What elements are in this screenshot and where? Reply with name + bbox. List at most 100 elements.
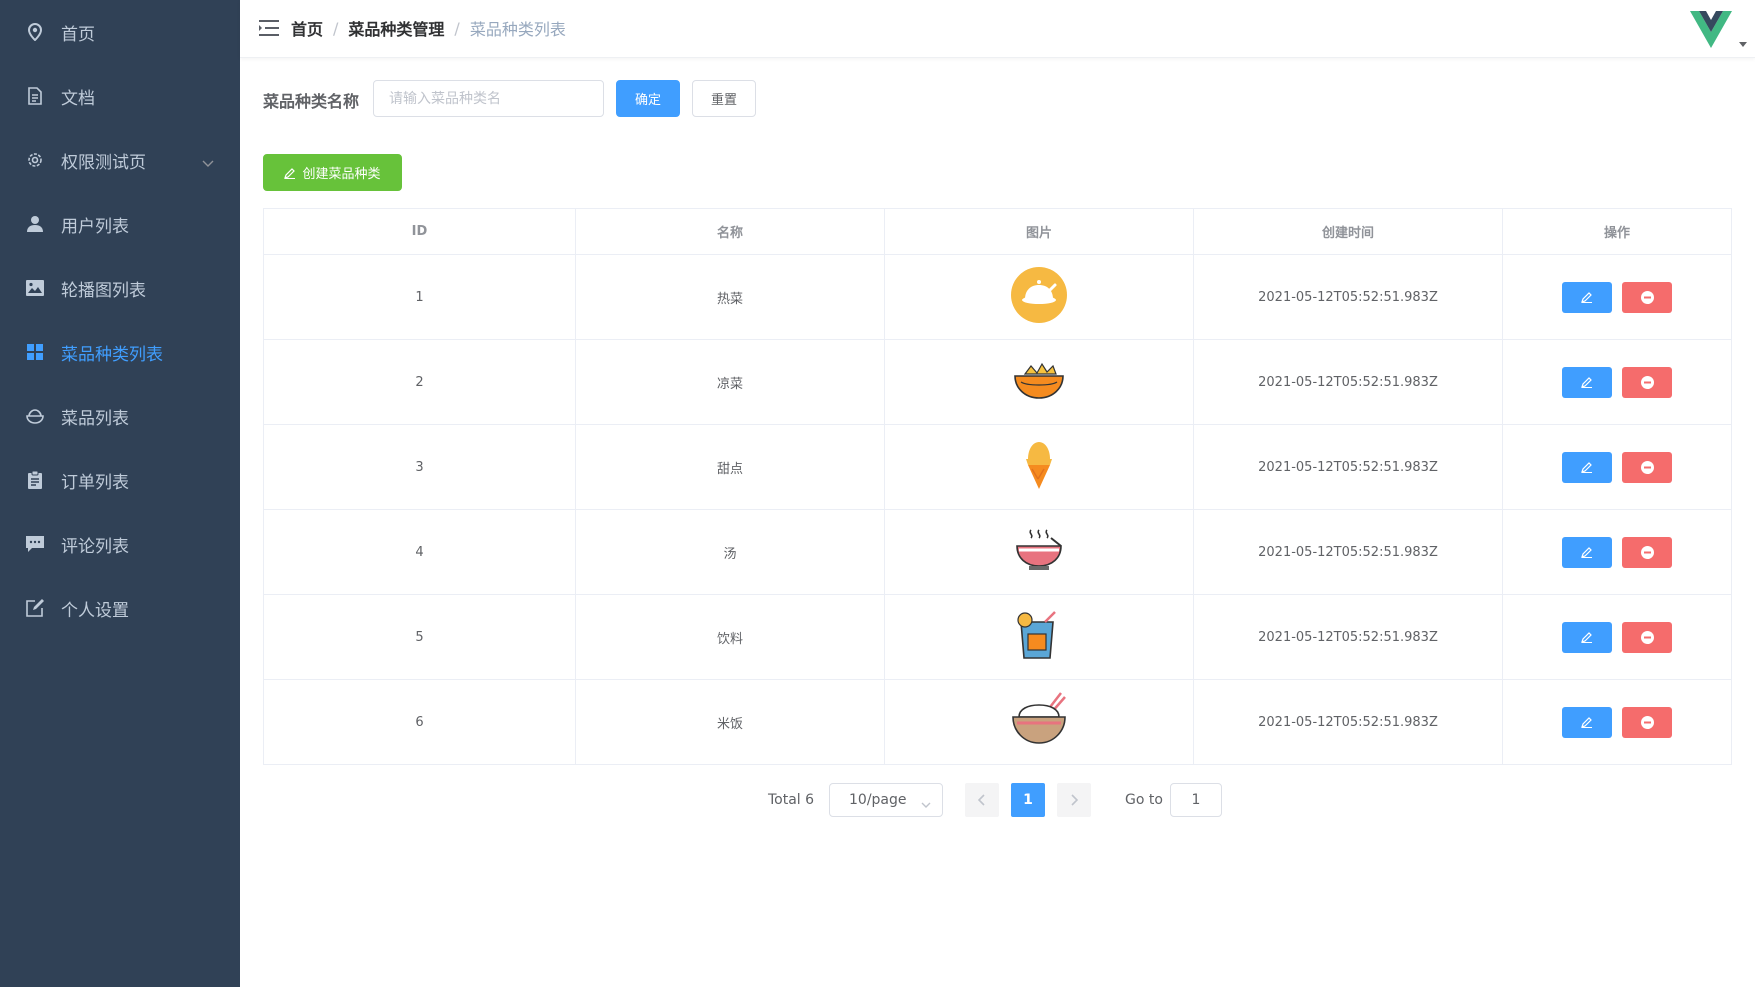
- next-page-button[interactable]: [1057, 783, 1091, 817]
- edit-row-button[interactable]: [1562, 366, 1612, 398]
- remove-icon: [1640, 715, 1654, 729]
- roast-chicken-icon: [1010, 266, 1068, 328]
- chat-icon: [25, 534, 45, 554]
- pagination: Total 6 10/page 1 Go to: [240, 783, 1755, 817]
- sidebar-item-label: 评论列表: [61, 536, 129, 557]
- user-icon: [25, 214, 45, 234]
- delete-row-button[interactable]: [1622, 281, 1672, 313]
- breadcrumb-separator: /: [333, 18, 339, 38]
- delete-row-button[interactable]: [1622, 706, 1672, 738]
- table-header-row: ID 名称 图片 创建时间 操作: [264, 209, 1731, 255]
- sidebar-item-users[interactable]: 用户列表: [0, 192, 240, 256]
- edit-row-button[interactable]: [1562, 706, 1612, 738]
- create-category-button[interactable]: 创建菜品种类: [263, 154, 402, 191]
- table-row: 2 凉菜 2021-05-12T05:52:51.983Z: [264, 340, 1731, 425]
- main-content: 首页 / 菜品种类管理 / 菜品种类列表 菜品种类名称 确定 重置 创建菜品种类…: [240, 0, 1755, 987]
- delete-row-button[interactable]: [1622, 536, 1672, 568]
- category-table: ID 名称 图片 创建时间 操作 1 热菜 2021-05-12T05:52:5…: [263, 208, 1732, 765]
- cell-name: 甜点: [576, 425, 885, 509]
- cell-id: 2: [264, 340, 576, 424]
- goto-label: Go to: [1125, 792, 1163, 808]
- edit-row-button[interactable]: [1562, 621, 1612, 653]
- sidebar-item-carousel[interactable]: 轮播图列表: [0, 256, 240, 320]
- sidebar-item-label: 首页: [61, 24, 95, 45]
- sidebar-item-comments[interactable]: 评论列表: [0, 512, 240, 576]
- cell-name: 凉菜: [576, 340, 885, 424]
- cell-name: 饮料: [576, 595, 885, 679]
- pagination-total: Total 6: [768, 792, 815, 808]
- table-row: 1 热菜 2021-05-12T05:52:51.983Z: [264, 255, 1731, 340]
- cell-id: 5: [264, 595, 576, 679]
- delete-row-button[interactable]: [1622, 621, 1672, 653]
- sidebar-item-home[interactable]: 首页: [0, 0, 240, 64]
- cell-actions: [1503, 510, 1731, 594]
- edit-row-button[interactable]: [1562, 451, 1612, 483]
- cell-created: 2021-05-12T05:52:51.983Z: [1194, 510, 1503, 594]
- sidebar-item-label: 轮播图列表: [61, 280, 146, 301]
- sidebar-item-orders[interactable]: 订单列表: [0, 448, 240, 512]
- cell-actions: [1503, 425, 1731, 509]
- delete-row-button[interactable]: [1622, 451, 1672, 483]
- table-row: 4 汤 2021-05-12T05:52:51.983Z: [264, 510, 1731, 595]
- cell-name: 汤: [576, 510, 885, 594]
- category-name-input[interactable]: [373, 80, 604, 117]
- filter-label: 菜品种类名称: [263, 92, 360, 111]
- cell-name: 热菜: [576, 255, 885, 339]
- cell-image: [885, 425, 1194, 509]
- cell-image: [885, 255, 1194, 339]
- navbar: 首页 / 菜品种类管理 / 菜品种类列表: [240, 0, 1755, 58]
- edit-row-button[interactable]: [1562, 536, 1612, 568]
- prev-page-button[interactable]: [965, 783, 999, 817]
- cell-actions: [1503, 680, 1731, 764]
- edit-icon: [25, 598, 45, 618]
- cell-id: 6: [264, 680, 576, 764]
- sidebar-item-settings[interactable]: 个人设置: [0, 576, 240, 640]
- edit-icon: [1581, 462, 1592, 473]
- reset-button[interactable]: 重置: [692, 80, 756, 117]
- caret-down-icon[interactable]: [1739, 42, 1747, 47]
- cell-created: 2021-05-12T05:52:51.983Z: [1194, 425, 1503, 509]
- breadcrumb-dish-category-manage[interactable]: 菜品种类管理: [348, 16, 444, 40]
- picture-icon: [25, 278, 45, 298]
- location-pin-icon: [25, 22, 45, 42]
- sidebar-item-label: 菜品列表: [61, 408, 129, 429]
- table-row: 6 米饭 2021-05-12T05:52:51.983Z: [264, 680, 1731, 764]
- cell-id: 3: [264, 425, 576, 509]
- chevron-down-icon: [202, 153, 214, 173]
- breadcrumb-home[interactable]: 首页: [291, 16, 323, 40]
- hamburger-icon[interactable]: [259, 19, 279, 37]
- ice-cream-icon: [1020, 439, 1058, 495]
- confirm-button[interactable]: 确定: [616, 80, 680, 117]
- sidebar-item-dish-categories[interactable]: 菜品种类列表: [0, 320, 240, 384]
- cell-id: 4: [264, 510, 576, 594]
- sidebar-item-label: 用户列表: [61, 216, 129, 237]
- column-header-actions: 操作: [1603, 226, 1630, 241]
- delete-row-button[interactable]: [1622, 366, 1672, 398]
- drink-cup-icon: [1015, 610, 1063, 664]
- edit-row-button[interactable]: [1562, 281, 1612, 313]
- sidebar-item-label: 个人设置: [61, 600, 129, 621]
- cell-image: [885, 510, 1194, 594]
- page-size-value: 10/page: [849, 792, 907, 808]
- page-size-select[interactable]: 10/page: [829, 783, 943, 817]
- sidebar-item-dishes[interactable]: 菜品列表: [0, 384, 240, 448]
- sidebar-item-docs[interactable]: 文档: [0, 64, 240, 128]
- chevron-left-icon: [978, 794, 985, 806]
- cell-created: 2021-05-12T05:52:51.983Z: [1194, 340, 1503, 424]
- sidebar-item-permission[interactable]: 权限测试页: [0, 128, 240, 192]
- page-number-button[interactable]: 1: [1011, 783, 1045, 817]
- document-icon: [25, 86, 45, 106]
- cell-image: [885, 680, 1194, 764]
- sidebar-item-label: 菜品种类列表: [61, 344, 163, 365]
- sidebar-item-label: 权限测试页: [61, 152, 146, 173]
- column-header-id: ID: [264, 209, 576, 254]
- goto-page-input[interactable]: [1170, 783, 1222, 817]
- edit-icon: [1581, 632, 1592, 643]
- remove-icon: [1640, 545, 1654, 559]
- vue-logo-icon[interactable]: [1689, 8, 1733, 52]
- cell-image: [885, 340, 1194, 424]
- cell-actions: [1503, 595, 1731, 679]
- column-header-name: 名称: [576, 209, 885, 254]
- remove-icon: [1640, 290, 1654, 304]
- sidebar-item-label: 订单列表: [61, 472, 129, 493]
